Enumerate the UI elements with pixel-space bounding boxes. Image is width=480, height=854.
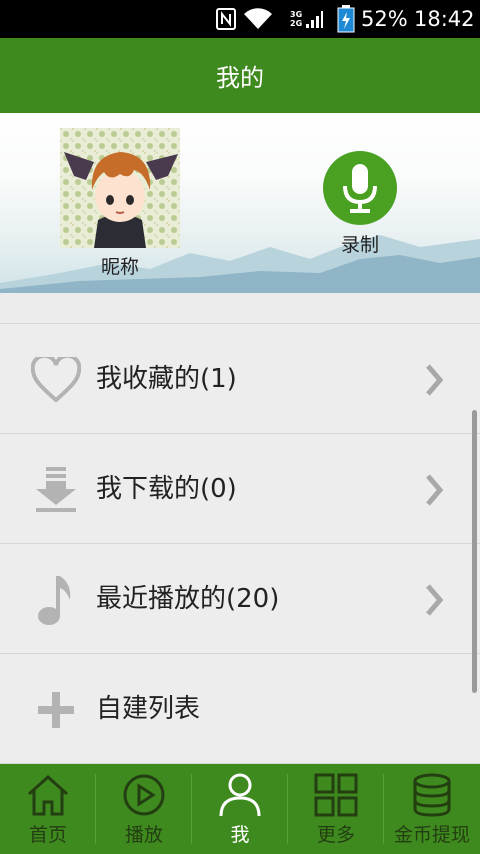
nav-item-coin-withdraw[interactable]: 金币提现 (384, 764, 480, 854)
nfc-icon (216, 0, 236, 38)
list-item-recent[interactable]: 最近播放的(20) (0, 544, 480, 654)
user-icon (217, 772, 263, 818)
coins-icon (409, 772, 455, 818)
page-title: 我的 (216, 64, 264, 92)
nav-item-home[interactable]: 首页 (0, 764, 96, 854)
nav-label: 我 (230, 824, 250, 846)
network-label-2g: 2G (290, 19, 303, 28)
bottom-nav: 首页 播放 我 更多 金币提现 (0, 764, 480, 854)
cellular-signal-icon: 3G 2G (290, 0, 330, 38)
nav-label: 首页 (28, 824, 67, 846)
list-item-custom-playlist[interactable]: 自建列表 (0, 654, 480, 764)
wifi-icon (243, 0, 273, 38)
chevron-right-icon (420, 360, 448, 400)
microphone-icon (343, 164, 377, 213)
plus-icon (30, 684, 82, 736)
clock: 18:42 (414, 7, 475, 31)
list-item-downloads[interactable]: 我下载的(0) (0, 434, 480, 544)
battery-percent: 52% (361, 7, 408, 31)
nav-label: 更多 (316, 824, 355, 846)
list-item-label: 我收藏的(1) (96, 364, 237, 394)
chevron-right-icon (420, 470, 448, 510)
list-item-label: 我下载的(0) (96, 474, 237, 504)
list-item-label: 自建列表 (96, 694, 201, 724)
menu-list: 我收藏的(1) 我下载的(0) 最近播放的(20) 自建列表 (0, 323, 480, 764)
music-note-icon (30, 574, 82, 626)
network-label-3g: 3G (290, 10, 303, 19)
nav-label: 播放 (124, 824, 163, 846)
heart-icon (30, 354, 82, 406)
avatar[interactable] (60, 128, 180, 248)
nav-label: 金币提现 (393, 824, 470, 846)
chevron-right-icon (420, 580, 448, 620)
battery-icon (337, 0, 355, 38)
grid-icon (313, 772, 359, 818)
nav-item-play[interactable]: 播放 (96, 764, 192, 854)
scrollbar[interactable] (472, 410, 477, 693)
play-icon (121, 772, 167, 818)
download-icon (30, 464, 82, 516)
list-item-label: 最近播放的(20) (96, 584, 280, 614)
nickname-label[interactable]: 昵称 (60, 252, 180, 279)
list-item-favorites[interactable]: 我收藏的(1) (0, 324, 480, 434)
record-label[interactable]: 录制 (320, 230, 400, 257)
profile-banner: 昵称 录制 (0, 113, 480, 293)
nav-item-me[interactable]: 我 (192, 764, 288, 854)
nav-item-more[interactable]: 更多 (288, 764, 384, 854)
record-button[interactable] (323, 151, 397, 225)
status-bar: 3G 2G 52% 18:42 (0, 0, 480, 38)
home-icon (25, 772, 71, 818)
title-bar: 我的 (0, 38, 480, 113)
